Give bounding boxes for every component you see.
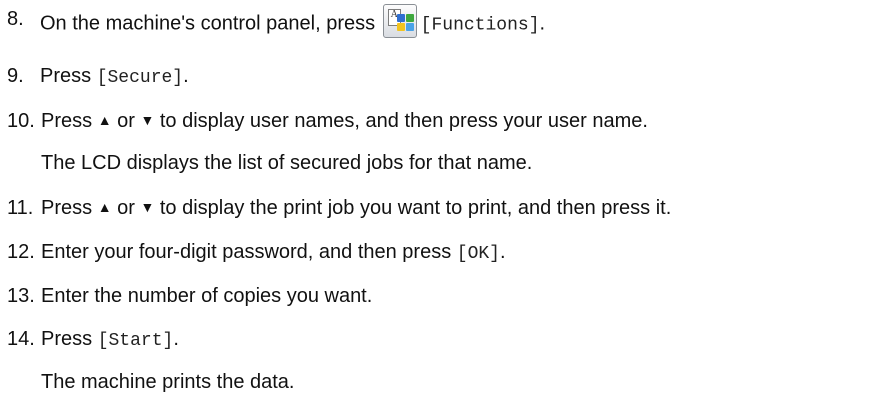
down-arrow-icon: ▼ bbox=[140, 112, 155, 128]
step-text: On the machine's control panel, press A[… bbox=[40, 4, 545, 41]
step-text: Enter the number of copies you want. bbox=[41, 285, 373, 307]
step-number: 13. bbox=[7, 285, 35, 307]
start-button-ref: [Start] bbox=[97, 331, 174, 351]
step-note: The LCD displays the list of secured job… bbox=[41, 152, 533, 174]
ok-button-ref: [OK] bbox=[456, 244, 500, 264]
step-text: Press [Start]. bbox=[41, 328, 179, 351]
step-number: 14. bbox=[7, 328, 35, 350]
step-number: 10. bbox=[7, 110, 35, 132]
functions-button-ref: [Functions] bbox=[420, 15, 540, 36]
step-text: Press [Secure]. bbox=[40, 65, 189, 88]
functions-icon: A bbox=[382, 4, 417, 38]
up-arrow-icon: ▲ bbox=[97, 199, 112, 215]
step-number: 9. bbox=[7, 65, 24, 87]
down-arrow-icon: ▼ bbox=[140, 199, 155, 215]
step-text: Enter your four-digit password, and then… bbox=[41, 241, 506, 264]
step-text: Press ▲ or ▼ to display user names, and … bbox=[41, 110, 648, 132]
step-text: Press ▲ or ▼ to display the print job yo… bbox=[41, 197, 672, 219]
secure-button-ref: [Secure] bbox=[96, 68, 184, 88]
up-arrow-icon: ▲ bbox=[97, 112, 112, 128]
step-number: 12. bbox=[7, 241, 35, 263]
step-note: The machine prints the data. bbox=[41, 371, 295, 393]
step-number: 11. bbox=[7, 197, 34, 219]
step-number: 8. bbox=[7, 8, 24, 30]
